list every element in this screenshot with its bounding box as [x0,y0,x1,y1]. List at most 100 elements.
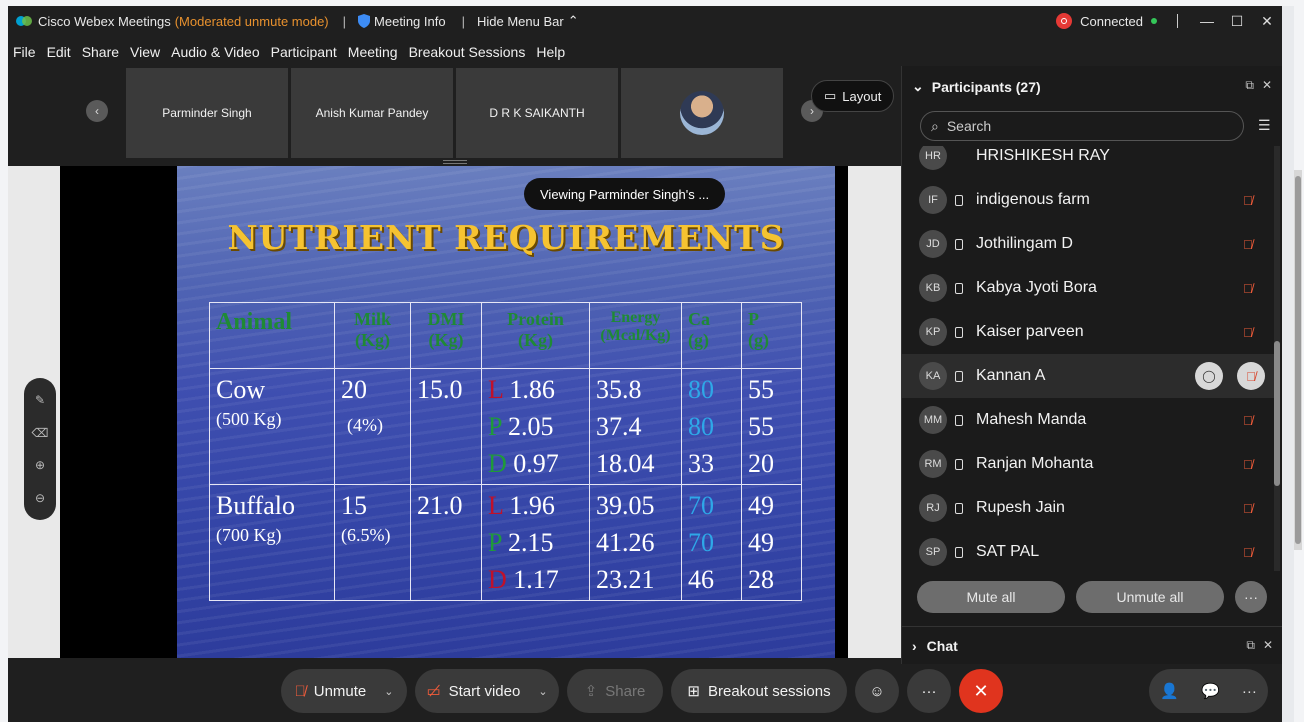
tiles-prev-button[interactable]: ‹ [86,100,108,122]
video-tile[interactable]: Anish Kumar Pandey [291,68,453,158]
eraser-icon[interactable]: ⌫ [32,426,49,440]
list-item[interactable]: RM Ranjan Mohanta 🎙̸ [902,442,1274,486]
video-tile[interactable]: Parminder Singh [126,68,288,158]
header-ca: Ca (g) [681,302,742,369]
video-tiles-strip: Parminder Singh Anish Kumar Pandey D R K… [126,68,783,158]
recording-icon [1056,13,1073,29]
maximize-button[interactable]: ☐ [1222,6,1252,36]
mobile-device-icon [955,194,963,206]
resize-grip[interactable] [443,160,467,164]
menu-share[interactable]: Share [82,44,119,60]
more-controls-button[interactable]: ··· [907,669,951,713]
chat-header-actions: ⧉ ✕ [1246,638,1273,653]
participant-name: SAT PAL [976,543,1040,560]
menu-file[interactable]: File [13,44,36,60]
muted-mic-icon[interactable]: 🎙̸ [1243,193,1253,208]
unmute-all-button[interactable]: Unmute all [1076,581,1224,613]
cell-ca: 80 80 33 [681,368,742,485]
popout-icon[interactable]: ⧉ [1245,78,1254,93]
webex-logo-icon [16,16,32,26]
muted-mic-icon[interactable]: 🎙̸ [1243,545,1253,560]
zoom-out-icon[interactable]: ⊖ [35,491,45,505]
popout-icon[interactable]: ⧉ [1246,638,1255,653]
menu-participant[interactable]: Participant [271,44,337,60]
avatar: SP [919,538,947,566]
start-video-button[interactable]: ▭̸ Start video ⌄ [415,669,559,713]
chat-icon[interactable]: 💬 [1201,682,1220,700]
minimize-button[interactable]: — [1192,6,1222,36]
table-row-buffalo: Buffalo (700 Kg) 15 (6.5%) 21.0 L 1.96 P 2… [209,484,802,601]
participant-search-input[interactable]: ⌕ Search [920,111,1244,141]
annotate-pen-icon[interactable]: ✎ [35,393,45,407]
list-item[interactable]: SP SAT PAL 🎙̸ [902,530,1274,571]
end-meeting-button[interactable]: ✕ [959,669,1003,713]
video-tile[interactable] [621,68,783,158]
list-item[interactable]: HR HRISHIKESH RAY [902,146,1274,178]
participant-photo [680,91,724,135]
muted-mic-icon[interactable]: 🎙̸ [1237,362,1265,390]
menu-help[interactable]: Help [536,44,565,60]
list-item[interactable]: IF indigenous farm 🎙̸ [902,178,1274,222]
participants-icon[interactable]: 👤 [1160,682,1179,700]
header-animal: Animal [209,302,335,369]
list-item[interactable]: JD Jothilingam D 🎙̸ [902,222,1274,266]
breakout-sessions-button[interactable]: ⊞ Breakout sessions [671,669,847,713]
zoom-in-icon[interactable]: ⊕ [35,458,45,472]
menu-breakout-sessions[interactable]: Breakout Sessions [409,44,526,60]
menu-meeting[interactable]: Meeting [348,44,398,60]
emoji-icon: ☺ [869,682,885,700]
search-icon: ⌕ [931,117,939,134]
table-row-cow: Cow (500 Kg) 20 (4%) 15.0 L 1.86 P 2.05 D … [209,368,802,485]
hide-menu-bar-button[interactable]: Hide Menu Bar ⌃ [477,13,579,29]
table-header-row: Animal Milk (Kg) DMI (Kg) Protein (Kg) Ener… [209,302,802,369]
muted-mic-icon[interactable]: 🎙̸ [1243,501,1253,516]
avatar: HR [919,146,947,170]
more-panels-icon[interactable]: ··· [1242,683,1257,700]
muted-mic-icon[interactable]: 🎙̸ [1243,325,1253,340]
participant-scrollbar[interactable] [1274,146,1280,571]
close-panel-icon[interactable]: ✕ [1263,638,1273,653]
close-window-button[interactable]: ✕ [1252,6,1282,36]
muted-mic-icon[interactable]: 🎙̸ [1243,281,1253,296]
participants-header[interactable]: ⌄ Participants (27) [912,78,1041,95]
chevron-down-icon[interactable]: ⌄ [538,685,547,698]
muted-mic-icon[interactable]: 🎙̸ [1243,413,1253,428]
list-item[interactable]: KP Kaiser parveen 🎙̸ [902,310,1274,354]
close-panel-icon[interactable]: ✕ [1262,78,1272,93]
muted-mic-icon[interactable]: 🎙̸ [1243,237,1253,252]
avatar: RJ [919,494,947,522]
menu-edit[interactable]: Edit [47,44,71,60]
share-button[interactable]: ⇪ Share [567,669,663,713]
mobile-device-icon [955,546,963,558]
mute-all-button[interactable]: Mute all [917,581,1065,613]
moderated-mode-label: (Moderated unmute mode) [174,13,329,29]
connection-status[interactable]: Connected [1056,13,1157,29]
background-scrollbar [1294,170,1302,550]
list-item[interactable]: KB Kabya Jyoti Bora 🎙̸ [902,266,1274,310]
breakout-grid-icon: ⊞ [687,683,700,700]
sort-icon[interactable]: ☰ [1258,117,1271,134]
video-tile[interactable]: D R K SAIKANTH [456,68,618,158]
more-options-button[interactable]: ··· [1235,581,1267,613]
layout-button[interactable]: ▭ Layout [811,80,895,112]
muted-mic-icon[interactable]: 🎙̸ [1243,457,1253,472]
layout-icon: ▭ [824,88,837,103]
chevron-down-icon[interactable]: ⌄ [384,685,393,698]
list-item[interactable]: RJ Rupesh Jain 🎙̸ [902,486,1274,530]
reactions-button[interactable]: ☺ [855,669,899,713]
chat-panel-header[interactable]: › Chat ⧉ ✕ [902,626,1282,664]
cell-animal: Buffalo (700 Kg) [209,484,335,601]
header-p: P (g) [741,302,802,369]
avatar: KB [919,274,947,302]
menu-audio-video[interactable]: Audio & Video [171,44,259,60]
chat-title: Chat [926,637,958,654]
list-item-hovered[interactable]: KA Kannan A ◯ 🎙̸ [902,354,1274,398]
chat-bubble-icon[interactable]: ◯ [1195,362,1223,390]
viewing-badge[interactable]: Viewing Parminder Singh's ... [524,178,726,210]
header-milk: Milk (Kg) [334,302,411,369]
search-placeholder: Search [946,118,992,134]
menu-view[interactable]: View [130,44,160,60]
list-item[interactable]: MM Mahesh Manda 🎙̸ [902,398,1274,442]
unmute-button[interactable]: 🎙̸ Unmute ⌄ [281,669,407,713]
meeting-info-button[interactable]: Meeting Info [358,14,446,29]
